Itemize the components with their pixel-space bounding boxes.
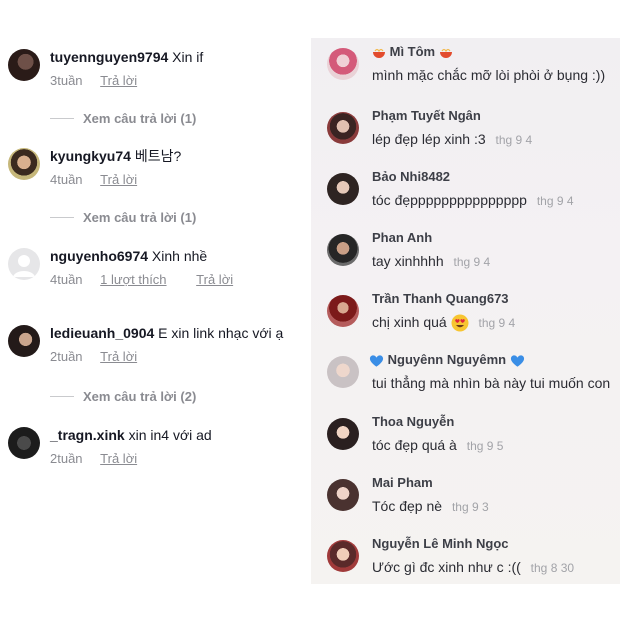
comment-item: Mai Pham Tóc đẹp nè thg 9 3 (327, 475, 620, 525)
comment-item: Mì Tôm mình mặc chắc mỡ lòi phòi ở bụng … (327, 44, 620, 94)
comment-item: Thoa Nguyễn tóc đẹp quá à thg 9 5 (327, 414, 620, 464)
comment-username[interactable]: _tragn.xink (50, 427, 125, 443)
comment-username[interactable]: Mì Tôm (390, 44, 436, 59)
user-avatar-icon[interactable] (327, 479, 359, 511)
comment-item: Phạm Tuyết Ngân lép đẹp lép xinh :3 thg … (327, 108, 620, 158)
comment-text: E xin link nhạc với ạ (158, 325, 284, 341)
comment-date: thg 9 4 (478, 316, 516, 330)
comment-username[interactable]: tuyennguyen9794 (50, 49, 168, 65)
user-avatar-icon[interactable] (327, 418, 359, 450)
comment-text: tóc đẹppppppppppppppp (372, 192, 527, 208)
user-avatar-icon[interactable] (8, 49, 40, 81)
user-avatar-icon[interactable] (327, 356, 359, 388)
comment-item: Bảo Nhi8482 tóc đẹppppppppppppppp thg 9 … (327, 169, 620, 219)
comment-time: 3tuần (50, 73, 83, 88)
comment-text: tui thẳng mà nhìn bà này tui muốn con (372, 375, 611, 391)
likes-count-link[interactable]: 1 lượt thích (100, 272, 166, 288)
default-avatar-icon[interactable] (8, 248, 40, 280)
comment-date: thg 9 4 (536, 194, 574, 208)
left-comment-panel: tuyennguyen9794 Xin if 3tuần Trả lời Xem… (0, 0, 312, 620)
comment-text: Tóc đẹp nè (372, 498, 443, 514)
divider (50, 395, 74, 397)
view-replies-label: Xem câu trả lời (1) (83, 209, 197, 225)
comment-time: 4tuần (50, 272, 83, 287)
comment-date: thg 9 5 (466, 439, 504, 453)
user-avatar-icon[interactable] (327, 112, 359, 144)
right-comment-panel: Mì Tôm mình mặc chắc mỡ lòi phòi ở bụng … (311, 38, 620, 584)
comment-username[interactable]: Phạm Tuyết Ngân (372, 108, 481, 124)
view-replies-label: Xem câu trả lời (1) (83, 110, 197, 126)
comment-text: mình mặc chắc mỡ lòi phòi ở bụng :)) (372, 67, 606, 83)
comment-time: 4tuần (50, 172, 83, 187)
user-avatar-icon[interactable] (327, 295, 359, 327)
comment-text: Ước gì đc xinh như c :(( (372, 559, 521, 575)
comment-username[interactable]: nguyenho6974 (50, 248, 148, 264)
divider (50, 117, 74, 119)
comment-text: tóc đẹp quá à (372, 437, 457, 453)
comment-text: Xinh nhề (151, 248, 208, 264)
blue-heart-icon (369, 354, 384, 367)
user-avatar-icon[interactable] (8, 148, 40, 180)
comment-item: Nguyênn Nguyêmn tui thẳng mà nhìn bà này… (327, 352, 620, 402)
user-avatar-icon[interactable] (8, 325, 40, 357)
heart-eyes-emoji-icon (451, 314, 469, 332)
view-replies-link[interactable]: Xem câu trả lời (1) (50, 110, 196, 126)
comment-time: 2tuần (50, 349, 83, 364)
comment-text: tay xinhhhh (372, 253, 444, 269)
comment-text: lép đẹp lép xinh :3 (372, 131, 486, 147)
comment-date: thg 9 4 (453, 255, 491, 269)
comment-item: Phan Anh tay xinhhhh thg 9 4 (327, 230, 620, 280)
view-replies-label: Xem câu trả lời (2) (83, 388, 197, 404)
comment-username[interactable]: Bảo Nhi8482 (372, 169, 450, 185)
comment-username[interactable]: Nguyễn Lê Minh Ngọc (372, 536, 509, 552)
comment-username[interactable]: kyungkyu74 (50, 148, 131, 164)
reply-button[interactable]: Trả lời (100, 451, 137, 467)
user-avatar-icon[interactable] (327, 234, 359, 266)
reply-button[interactable]: Trả lời (100, 349, 137, 365)
comment-time: 2tuần (50, 451, 83, 466)
comment-text: chị xinh quá (372, 314, 447, 330)
person-silhouette-icon (13, 255, 35, 277)
comment-item: nguyenho6974 Xinh nhề 4tuần 1 lượt thích… (8, 248, 308, 292)
bowl-icon (439, 48, 452, 58)
comment-item: Trần Thanh Quang673 chị xinh quá thg 9 4 (327, 291, 620, 341)
view-replies-link[interactable]: Xem câu trả lời (2) (50, 388, 196, 404)
comment-item: _tragn.xink xin in4 với ad 2tuần Trả lời (8, 427, 308, 471)
user-avatar-icon[interactable] (327, 173, 359, 205)
blue-heart-icon (510, 354, 524, 367)
comment-date: thg 9 4 (495, 133, 533, 147)
comment-item: tuyennguyen9794 Xin if 3tuần Trả lời (8, 49, 308, 93)
comment-date: thg 8 30 (530, 561, 575, 575)
comment-username[interactable]: Thoa Nguyễn (372, 414, 454, 430)
comment-item: ledieuanh_0904 E xin link nhạc với ạ 2tu… (8, 325, 308, 369)
comment-item: kyungkyu74 베트남? 4tuần Trả lời (8, 148, 308, 192)
comment-text: 베트남? (134, 148, 182, 164)
user-avatar-icon[interactable] (327, 48, 359, 80)
comment-text: xin in4 với ad (128, 427, 212, 443)
comment-username[interactable]: Trần Thanh Quang673 (372, 291, 509, 307)
bowl-icon (373, 48, 385, 58)
comment-username[interactable]: Nguyênn Nguyêmn (388, 352, 506, 367)
user-avatar-icon[interactable] (327, 540, 359, 572)
reply-button[interactable]: Trả lời (100, 73, 137, 89)
comment-username[interactable]: ledieuanh_0904 (50, 325, 154, 341)
comment-username[interactable]: Mai Pham (372, 475, 433, 491)
comment-item: Nguyễn Lê Minh Ngọc Ước gì đc xinh như c… (327, 536, 620, 584)
view-replies-link[interactable]: Xem câu trả lời (1) (50, 209, 196, 225)
comment-text: Xin if (172, 49, 204, 65)
reply-button[interactable]: Trả lời (196, 272, 233, 288)
divider (50, 216, 74, 218)
user-avatar-icon[interactable] (8, 427, 40, 459)
comment-date: thg 9 3 (451, 500, 489, 514)
reply-button[interactable]: Trả lời (100, 172, 137, 188)
comment-username[interactable]: Phan Anh (372, 230, 432, 246)
